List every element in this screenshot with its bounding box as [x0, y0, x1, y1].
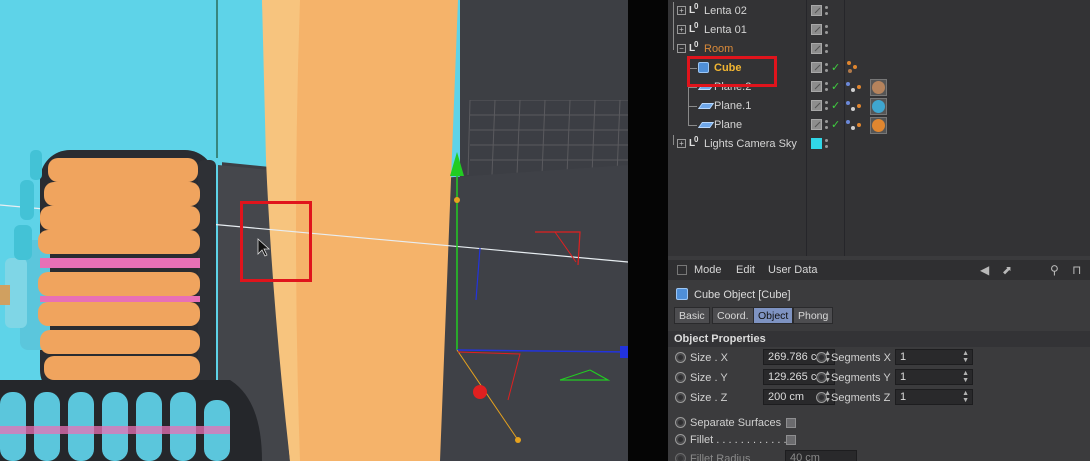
enabled-check-icon[interactable]: ✓	[831, 118, 840, 131]
null-object-icon: L0	[689, 40, 699, 54]
segments-z-label: Segments Z	[831, 392, 891, 404]
search-icon[interactable]: ⚲	[1050, 263, 1059, 277]
render-dots-icon[interactable]	[825, 61, 829, 74]
attribute-manager: Mode Edit User Data ◀ ⬈ ⚲ ⊓ Cube Object …	[668, 260, 1090, 461]
null-object-icon: L0	[689, 135, 699, 149]
texture-tag-icon[interactable]	[845, 79, 863, 96]
size-z-label: Size . Z	[690, 392, 728, 404]
panel-divider	[628, 0, 668, 461]
render-dots-icon[interactable]	[825, 80, 829, 93]
animate-dot-icon[interactable]	[675, 352, 686, 363]
collapse-toggle-icon[interactable]: −	[677, 44, 686, 53]
object-name: Lights Camera Sky	[704, 138, 797, 150]
tab-coord[interactable]: Coord.	[712, 307, 754, 324]
attribute-title: Cube Object [Cube]	[694, 289, 791, 301]
menu-mode[interactable]: Mode	[694, 264, 722, 276]
tree-row-lenta-02[interactable]: + L0 Lenta 02	[668, 2, 1090, 21]
lock-icon[interactable]: ⊓	[1072, 263, 1081, 277]
segments-x-field[interactable]: 1 ▲ ▼	[895, 349, 973, 365]
tree-row-lights-camera-sky[interactable]: + L0 Lights Camera Sky	[668, 135, 1090, 154]
tab-basic[interactable]: Basic	[674, 307, 710, 324]
section-header: Object Properties	[668, 331, 1090, 347]
object-name: Room	[704, 43, 734, 55]
sky-layer-color-icon[interactable]	[811, 138, 822, 149]
expand-toggle-icon[interactable]: +	[677, 25, 686, 34]
tab-object[interactable]: Object	[753, 307, 794, 324]
animate-dot-icon[interactable]	[816, 352, 827, 363]
object-name: Plane	[714, 119, 743, 131]
up-arrow-icon[interactable]: ⬈	[1002, 263, 1012, 277]
fillet-radius-field: 40 cm	[785, 450, 857, 461]
texture-tag-icon[interactable]	[845, 60, 863, 77]
object-name: Plane.1	[714, 100, 752, 112]
enabled-check-icon[interactable]: ✓	[831, 99, 840, 112]
expand-toggle-icon[interactable]: +	[677, 6, 686, 15]
expand-toggle-icon[interactable]: +	[677, 139, 686, 148]
layer-visibility-icon[interactable]	[811, 81, 822, 92]
tab-phong[interactable]: Phong	[793, 307, 834, 324]
separate-surfaces-label: Separate Surfaces	[690, 417, 782, 429]
layer-visibility-icon[interactable]	[811, 119, 822, 130]
section-title: Object Properties	[674, 333, 766, 345]
3d-viewport[interactable]	[0, 0, 628, 461]
fillet-radius-label: Fillet Radius	[690, 453, 751, 461]
texture-tag-icon[interactable]	[845, 117, 863, 134]
back-arrow-icon[interactable]: ◀	[980, 263, 989, 277]
object-manager: + L0 Lenta 02 + L0 Lenta 01 − L0 Room Cu…	[668, 0, 1090, 256]
animate-dot-icon	[675, 453, 686, 461]
material-tag-icon[interactable]	[870, 79, 887, 96]
material-tag-icon[interactable]	[870, 117, 887, 134]
render-dots-icon[interactable]	[825, 118, 829, 131]
plane-object-icon	[697, 103, 715, 109]
layer-visibility-icon[interactable]	[811, 43, 822, 54]
grip-icon[interactable]	[677, 265, 687, 275]
separate-surfaces-checkbox[interactable]	[786, 418, 796, 428]
render-dots-icon[interactable]	[825, 137, 829, 150]
tree-row-plane-1[interactable]: Plane.1 ✓	[668, 97, 1090, 116]
plane-object-icon	[697, 122, 715, 128]
layer-visibility-icon[interactable]	[811, 24, 822, 35]
animate-dot-icon[interactable]	[675, 417, 686, 428]
menu-edit[interactable]: Edit	[736, 264, 755, 276]
render-dots-icon[interactable]	[825, 23, 829, 36]
attribute-menubar: Mode Edit User Data ◀ ⬈ ⚲ ⊓	[668, 260, 1090, 280]
render-dots-icon[interactable]	[825, 99, 829, 112]
null-object-icon: L0	[689, 2, 699, 16]
null-object-icon: L0	[689, 21, 699, 35]
viewport-highlight-box	[240, 201, 312, 282]
fillet-checkbox[interactable]	[786, 435, 796, 445]
segments-z-field[interactable]: 1 ▲ ▼	[895, 389, 973, 405]
render-dots-icon[interactable]	[825, 4, 829, 17]
tree-row-lenta-01[interactable]: + L0 Lenta 01	[668, 21, 1090, 40]
layer-visibility-icon[interactable]	[811, 100, 822, 111]
size-x-label: Size . X	[690, 352, 728, 364]
layer-visibility-icon[interactable]	[811, 5, 822, 16]
object-name: Lenta 01	[704, 24, 747, 36]
tree-row-plane[interactable]: Plane ✓	[668, 116, 1090, 135]
animate-dot-icon[interactable]	[675, 372, 686, 383]
texture-tag-icon[interactable]	[845, 98, 863, 115]
material-tag-icon[interactable]	[870, 98, 887, 115]
menu-user-data[interactable]: User Data	[768, 264, 818, 276]
segments-y-label: Segments Y	[831, 372, 891, 384]
animate-dot-icon[interactable]	[816, 392, 827, 403]
size-y-label: Size . Y	[690, 372, 728, 384]
object-name: Lenta 02	[704, 5, 747, 17]
editor-panel: + L0 Lenta 02 + L0 Lenta 01 − L0 Room Cu…	[668, 0, 1090, 461]
segments-x-label: Segments X	[831, 352, 891, 364]
animate-dot-icon[interactable]	[675, 392, 686, 403]
segments-y-field[interactable]: 1 ▲ ▼	[895, 369, 973, 385]
viewport-scene	[0, 0, 628, 461]
enabled-check-icon[interactable]: ✓	[831, 61, 840, 74]
cube-object-icon	[676, 288, 688, 300]
animate-dot-icon[interactable]	[675, 434, 686, 445]
cube-highlight-box	[687, 56, 777, 87]
render-dots-icon[interactable]	[825, 42, 829, 55]
animate-dot-icon[interactable]	[816, 372, 827, 383]
conveyor-belt	[0, 380, 262, 461]
enabled-check-icon[interactable]: ✓	[831, 80, 840, 93]
fillet-label: Fillet . . . . . . . . . . . .	[690, 434, 787, 446]
layer-visibility-icon[interactable]	[811, 62, 822, 73]
